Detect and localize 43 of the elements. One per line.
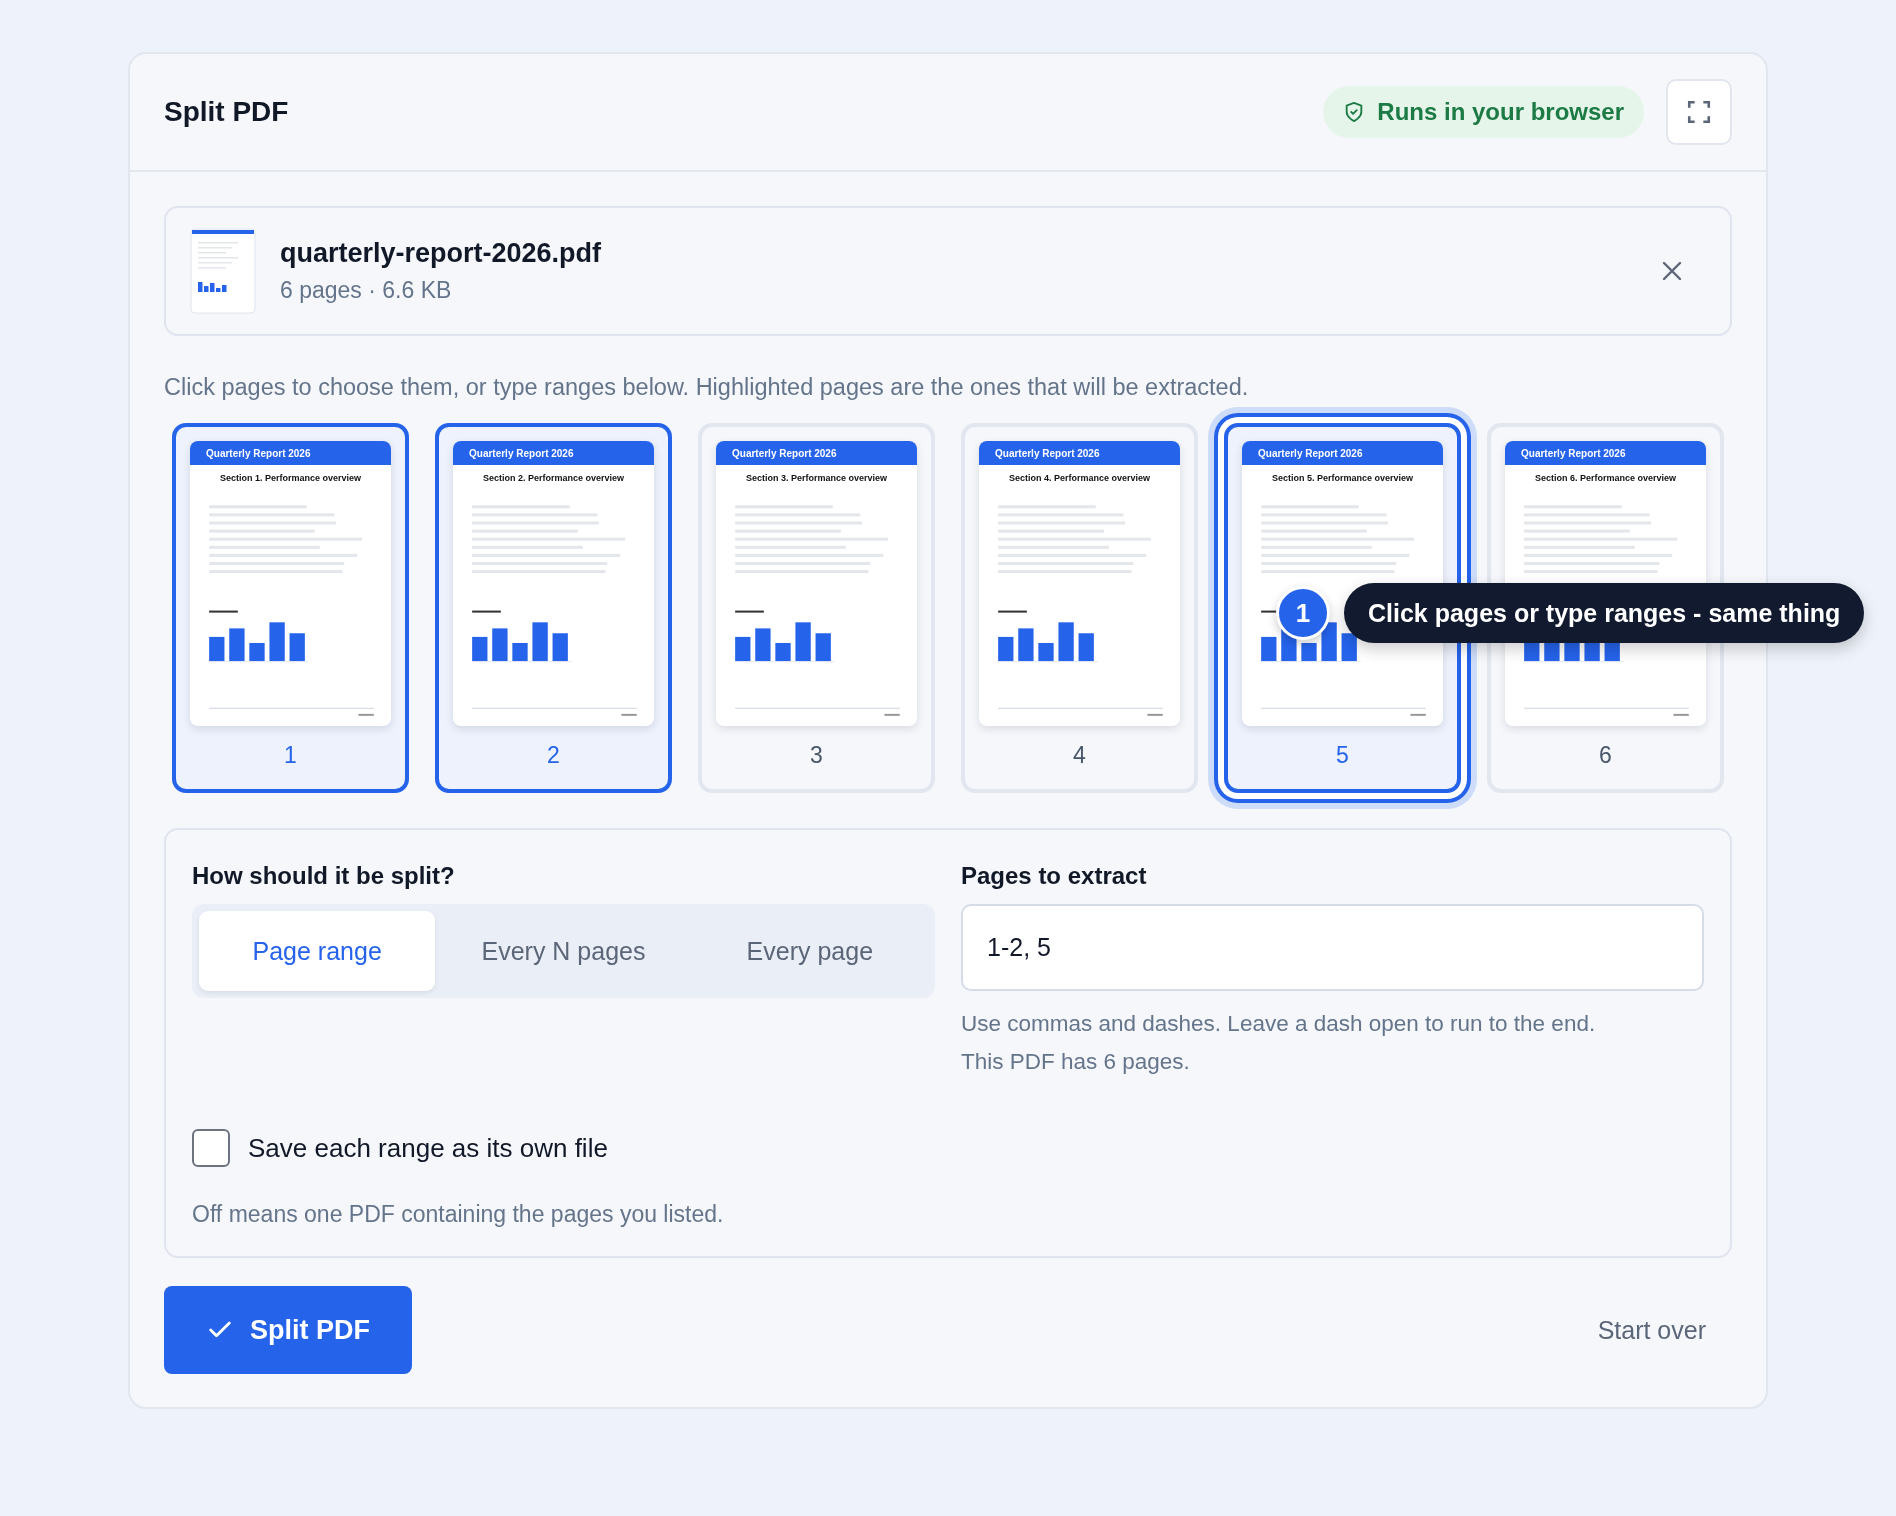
page-tile[interactable]: Quarterly Report 2026 Section 2. Performance overview 2	[435, 423, 672, 793]
page-tile[interactable]: Quarterly Report 2026 Section 1. Performance overview 1	[172, 423, 409, 793]
page-section-text: Section 6. Performance overview	[1533, 472, 1678, 483]
checkbox-label: Save each range as its own file	[248, 1132, 608, 1164]
file-meta: 6 pages · 6.6 KB	[280, 277, 453, 304]
range-label: Pages to extract	[961, 862, 1148, 890]
card-title: Split PDF	[164, 96, 289, 128]
page-header-text: Quarterly Report 2026	[716, 441, 917, 465]
page-section-text: Section 4. Performance overview	[1007, 472, 1152, 483]
split-button[interactable]: Split PDF	[164, 1286, 412, 1374]
page-number: 5	[1336, 742, 1349, 769]
page-section-text: Section 1. Performance overview	[218, 472, 363, 483]
split-mode-label: How should it be split?	[192, 862, 456, 890]
page-section-text: Section 5. Performance overview	[1270, 472, 1415, 483]
mode-tab[interactable]: Every N pages	[445, 911, 682, 991]
mode-tab[interactable]: Page range	[199, 911, 436, 991]
page-header-text: Quarterly Report 2026	[979, 441, 1180, 465]
page-number: 2	[547, 742, 560, 769]
tooltip: Click pages or type ranges - same thing	[1344, 583, 1865, 643]
page-number: 1	[284, 742, 297, 769]
fullscreen-icon	[1686, 99, 1712, 125]
page-number: 4	[1073, 742, 1086, 769]
range-help-text: Use commas and dashes. Leave a dash open to run to the end. This PDF has 6 pages.	[961, 1010, 1597, 1076]
page-header-text: Quarterly Report 2026	[190, 441, 391, 465]
start-over-button[interactable]: Start over	[1591, 1314, 1712, 1346]
checkbox[interactable]	[192, 1129, 230, 1167]
page-number: 3	[810, 742, 823, 769]
page-header-text: Quarterly Report 2026	[453, 441, 654, 465]
browser-badge: Runs in your browser	[1323, 86, 1644, 138]
page-tile[interactable]: Quarterly Report 2026 Section 4. Performance overview 4	[961, 423, 1198, 793]
page-section-text: Section 2. Performance overview	[481, 472, 626, 483]
instruction-text: Click pages to choose them, or type ranges below. Highlighted pages are the ones that will be extracted.	[164, 374, 1250, 401]
page-header-text: Quarterly Report 2026	[1242, 441, 1443, 465]
checkbox-note: Off means one PDF containing the pages you listed.	[192, 1201, 725, 1228]
page-tile[interactable]: Quarterly Report 2026 Section 3. Performance overview 3	[698, 423, 935, 793]
page-number: 6	[1599, 742, 1612, 769]
file-name: quarterly-report-2026.pdf	[280, 238, 603, 269]
range-input[interactable]: 1-2, 5	[961, 904, 1704, 991]
fullscreen-button[interactable]	[1666, 79, 1732, 145]
page-section-text: Section 3. Performance overview	[744, 472, 889, 483]
page-header-text: Quarterly Report 2026	[1505, 441, 1706, 465]
mode-tab[interactable]: Every page	[691, 911, 928, 991]
close-icon	[1660, 259, 1684, 283]
